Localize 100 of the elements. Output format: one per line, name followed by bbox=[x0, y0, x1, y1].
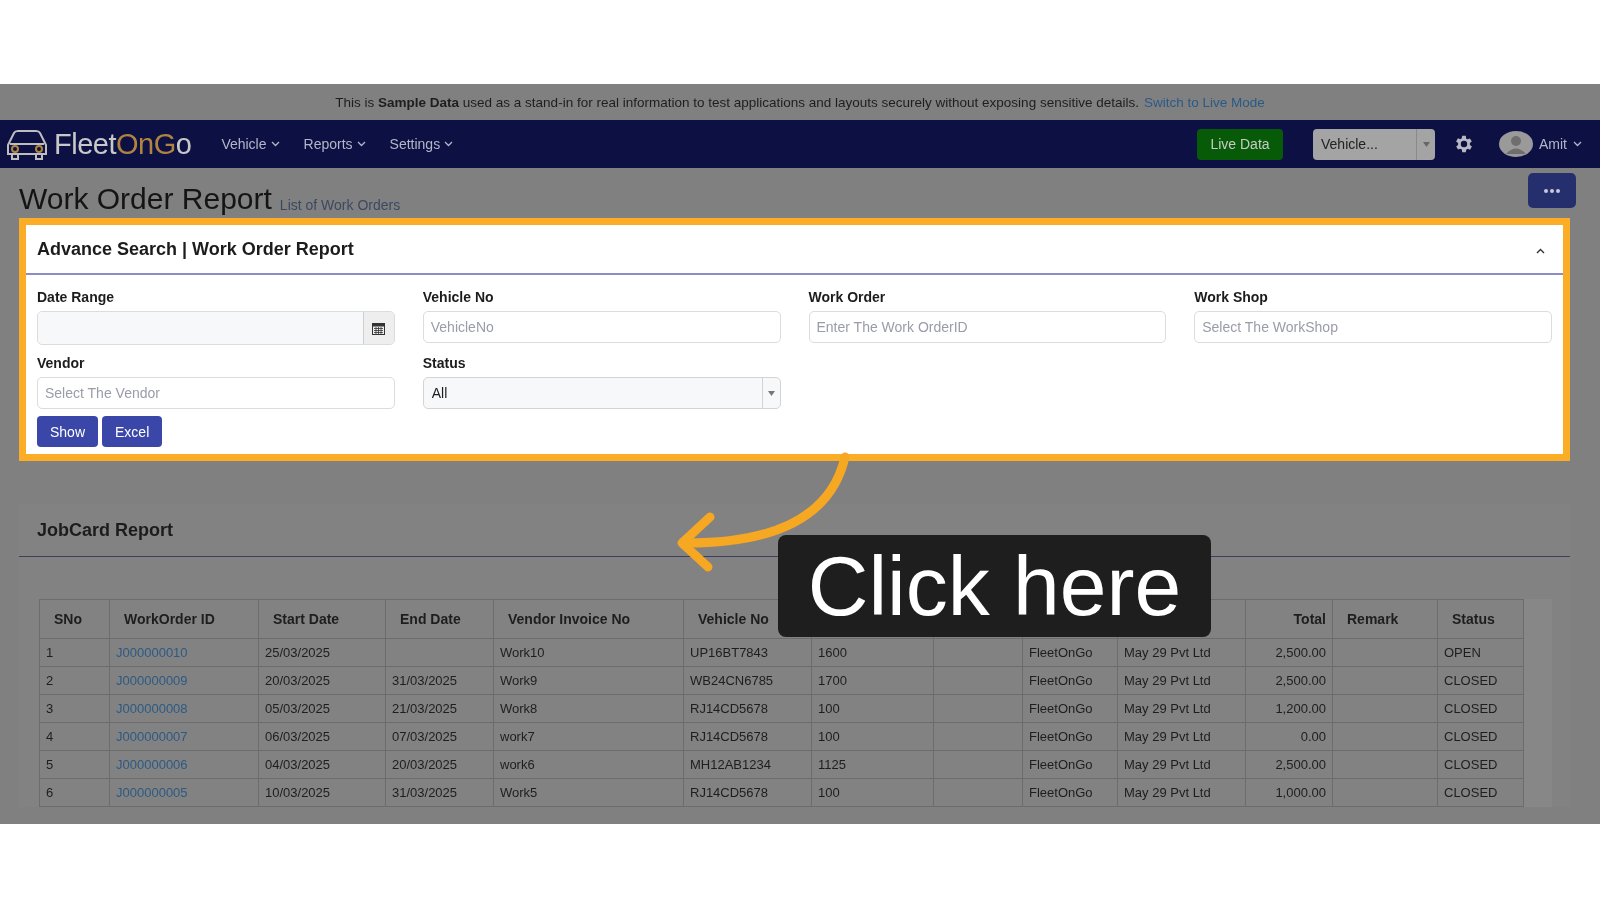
nav-menu[interactable]: Reports bbox=[295, 136, 374, 152]
table-cell: 5 bbox=[39, 750, 110, 779]
field-label: Vendor bbox=[37, 355, 86, 371]
table-cell: 06/03/2025 bbox=[258, 722, 386, 751]
column-header: SNo bbox=[39, 599, 110, 639]
table-cell: 1,200.00 bbox=[1245, 694, 1333, 723]
show-button[interactable]: Show bbox=[37, 416, 99, 447]
table-cell: 04/03/2025 bbox=[258, 750, 386, 779]
table-cell: FleetOnGo bbox=[1022, 778, 1118, 807]
column-header: Remark bbox=[1332, 599, 1438, 639]
column-header: End Date bbox=[385, 599, 494, 639]
car-logo-icon bbox=[4, 127, 50, 161]
date-range-field[interactable] bbox=[37, 311, 395, 345]
panel-title: Advance Search | Work Order Report bbox=[37, 238, 355, 260]
table-cell: May 29 Pvt Ltd bbox=[1117, 750, 1246, 779]
table-cell: RJ14CD5678 bbox=[683, 778, 812, 807]
input-field[interactable]: Select The Vendor bbox=[37, 377, 395, 409]
table-cell: 3 bbox=[39, 694, 110, 723]
brand-name: FleetOnGo bbox=[54, 127, 192, 161]
table-cell: 2,500.00 bbox=[1245, 666, 1333, 695]
input-field[interactable]: Select The WorkShop bbox=[1194, 311, 1552, 343]
calendar-icon bbox=[372, 321, 386, 335]
nav-menu[interactable]: Vehicle bbox=[213, 136, 288, 152]
table-cell: Work5 bbox=[493, 778, 684, 807]
table-cell: RJ14CD5678 bbox=[683, 694, 812, 723]
table-cell: 1600 bbox=[811, 638, 934, 667]
table-cell: FleetOnGo bbox=[1022, 750, 1118, 779]
input-field[interactable]: VehicleNo bbox=[422, 311, 781, 343]
live-data-button[interactable]: Live Data bbox=[1197, 128, 1283, 160]
table-cell: UP16BT7843 bbox=[683, 638, 812, 667]
chevron-down-icon bbox=[356, 141, 366, 147]
ellipsis-icon bbox=[1544, 188, 1560, 193]
excel-button[interactable]: Excel bbox=[102, 416, 163, 447]
table-cell: 6 bbox=[39, 778, 110, 807]
column-header: Start Date bbox=[258, 599, 386, 639]
column-header: Total bbox=[1245, 599, 1333, 639]
user-menu[interactable]: Amit bbox=[1493, 130, 1588, 158]
table-cell: FleetOnGo bbox=[1022, 694, 1118, 723]
table-cell: CLOSED bbox=[1437, 722, 1524, 751]
table-cell: 4 bbox=[39, 722, 110, 751]
table-cell: 100 bbox=[811, 778, 934, 807]
page-title: Work Order Report bbox=[19, 184, 272, 214]
column-header: Vendor Invoice No bbox=[493, 599, 684, 639]
status-select[interactable]: All bbox=[422, 377, 781, 409]
avatar-icon bbox=[1499, 131, 1533, 157]
table-cell: 21/03/2025 bbox=[385, 694, 494, 723]
field-label: Status bbox=[422, 355, 467, 371]
table-cell: 05/03/2025 bbox=[258, 694, 386, 723]
table-cell: May 29 Pvt Ltd bbox=[1117, 694, 1246, 723]
table-cell: CLOSED bbox=[1437, 778, 1524, 807]
section-title: JobCard Report bbox=[37, 519, 173, 541]
table-cell: May 29 Pvt Ltd bbox=[1117, 638, 1246, 667]
caret-down-icon bbox=[767, 390, 775, 396]
table-cell: 2,500.00 bbox=[1245, 638, 1333, 667]
input-field[interactable]: Enter The Work OrderID bbox=[808, 311, 1167, 343]
table-cell: Work10 bbox=[493, 638, 684, 667]
table-cell: Work8 bbox=[493, 694, 684, 723]
field-label: Work Shop bbox=[1194, 289, 1269, 305]
table-cell: 1,000.00 bbox=[1245, 778, 1333, 807]
table-cell: WB24CN6785 bbox=[683, 666, 812, 695]
table-cell: 0.00 bbox=[1245, 722, 1333, 751]
table-cell: May 29 Pvt Ltd bbox=[1117, 722, 1246, 751]
chevron-up-icon[interactable] bbox=[1536, 248, 1545, 254]
table-cell: CLOSED bbox=[1437, 750, 1524, 779]
chevron-down-icon bbox=[270, 141, 280, 147]
column-header: WorkOrder ID bbox=[109, 599, 259, 639]
table-cell: 1125 bbox=[811, 750, 934, 779]
table-cell: 10/03/2025 bbox=[258, 778, 386, 807]
table-cell: 20/03/2025 bbox=[258, 666, 386, 695]
table-cell: work7 bbox=[493, 722, 684, 751]
table-cell: 100 bbox=[811, 722, 934, 751]
table-cell: MH12AB1234 bbox=[683, 750, 812, 779]
caret-down-icon bbox=[1422, 141, 1430, 147]
nav-menu[interactable]: Settings bbox=[381, 136, 462, 152]
field-label: Date Range bbox=[37, 289, 116, 305]
table-cell: CLOSED bbox=[1437, 666, 1524, 695]
page-subtitle: List of Work Orders bbox=[279, 197, 401, 213]
table-cell: work6 bbox=[493, 750, 684, 779]
table-cell: 20/03/2025 bbox=[385, 750, 494, 779]
field-label: Work Order bbox=[808, 289, 887, 305]
more-options-button[interactable] bbox=[1528, 173, 1576, 208]
table-cell: FleetOnGo bbox=[1022, 666, 1118, 695]
table-cell: 25/03/2025 bbox=[258, 638, 386, 667]
table-cell: 2,500.00 bbox=[1245, 750, 1333, 779]
settings-icon[interactable] bbox=[1453, 133, 1475, 155]
table-cell: RJ14CD5678 bbox=[683, 722, 812, 751]
table-cell: FleetOnGo bbox=[1022, 638, 1118, 667]
chevron-down-icon bbox=[444, 141, 454, 147]
column-header: Status bbox=[1437, 599, 1524, 639]
table-cell: 1 bbox=[39, 638, 110, 667]
table-cell: 07/03/2025 bbox=[385, 722, 494, 751]
table-cell: 2 bbox=[39, 666, 110, 695]
table-cell: 31/03/2025 bbox=[385, 666, 494, 695]
table-cell: OPEN bbox=[1437, 638, 1524, 667]
vehicle-select[interactable]: Vehicle... bbox=[1313, 128, 1435, 160]
table-cell: Work9 bbox=[493, 666, 684, 695]
chevron-down-icon bbox=[1573, 141, 1582, 147]
sample-data-notice: This is Sample Data used as a stand-in for real information to test applications and layouts securely without exposing sensitive details. bbox=[335, 94, 1139, 110]
click-here-callout: Click here bbox=[778, 535, 1211, 637]
table-cell: 31/03/2025 bbox=[385, 778, 494, 807]
